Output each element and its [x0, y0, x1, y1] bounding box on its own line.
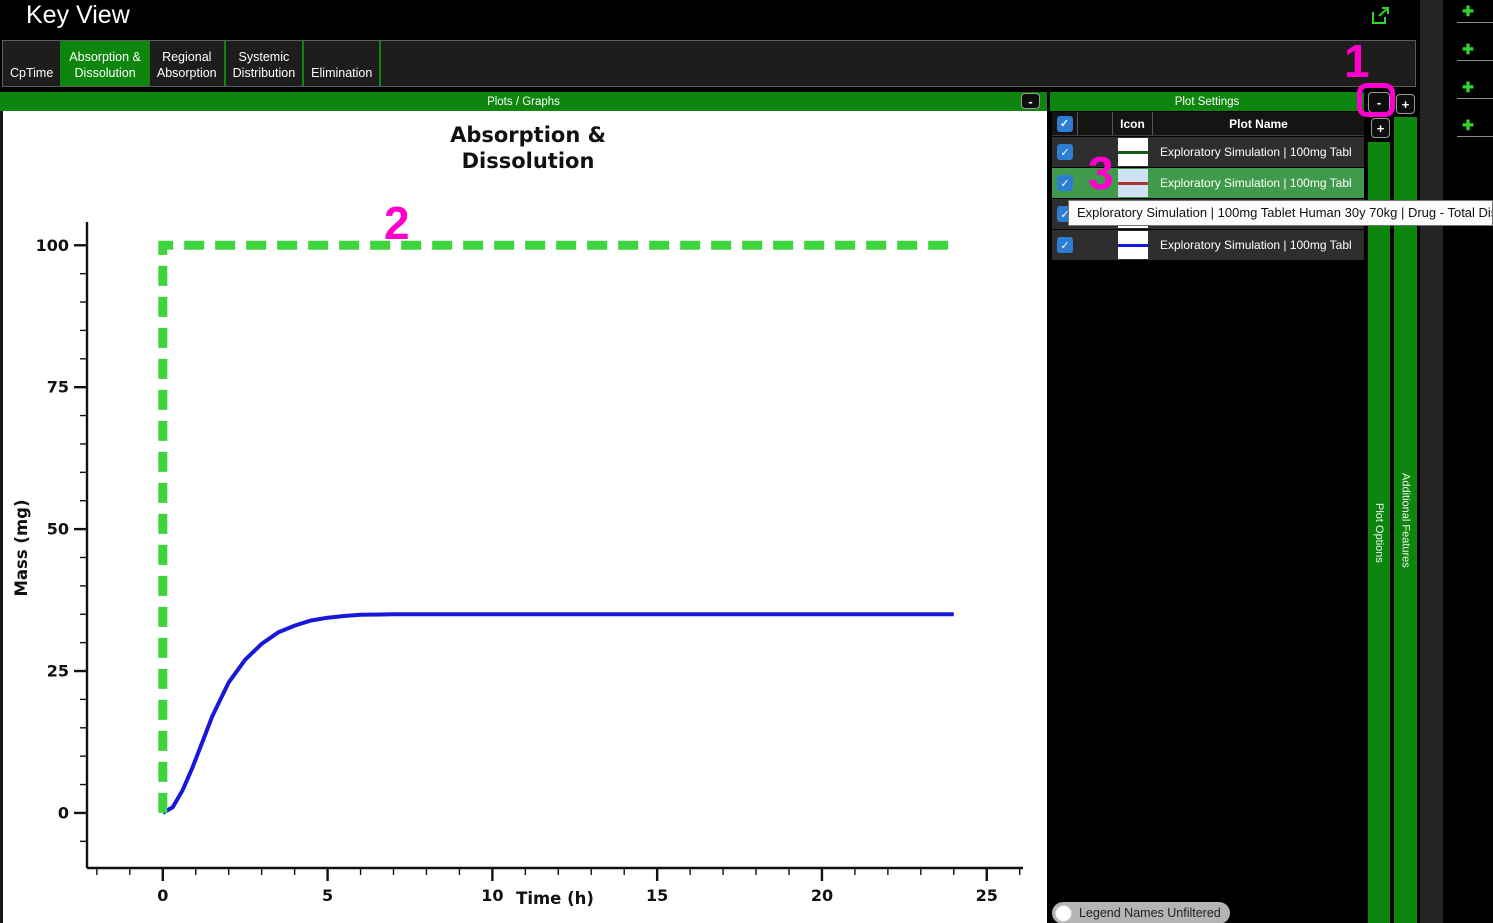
line-style-swatch[interactable]: [1118, 169, 1148, 197]
plot-settings-title: Plot Settings: [1175, 96, 1240, 108]
row-checkbox[interactable]: ✓: [1057, 144, 1073, 160]
table-header-row: ✓ Icon Plot Name: [1052, 112, 1364, 136]
plot-options-bar[interactable]: Plot Options: [1368, 142, 1390, 923]
line-sample: [1118, 244, 1148, 247]
svg-text:Time (h): Time (h): [516, 889, 594, 908]
plot-name-cell: Exploratory Simulation | 100mg Tabl: [1153, 176, 1364, 190]
svg-text:5: 5: [322, 886, 333, 905]
svg-text:Absorption &: Absorption &: [450, 123, 606, 147]
line-sample: [1118, 182, 1148, 185]
svg-text:0: 0: [58, 803, 69, 822]
plot-settings-expand-button[interactable]: +: [1396, 94, 1415, 114]
right-divider-strip: [1420, 0, 1443, 923]
export-icon[interactable]: [1371, 6, 1391, 25]
rail-item: ✚: [1443, 114, 1493, 152]
window-title: Key View: [26, 1, 130, 30]
line-style-swatch[interactable]: [1118, 231, 1148, 259]
svg-text:25: 25: [47, 662, 69, 681]
tab-absorption-dissolution[interactable]: Absorption & Dissolution: [62, 41, 150, 86]
svg-text:15: 15: [646, 886, 668, 905]
tab-cptime[interactable]: CpTime: [3, 41, 62, 86]
additional-features-bar[interactable]: Additional Features: [1394, 117, 1417, 923]
toggle-label: Legend Names Unfiltered: [1079, 906, 1221, 920]
svg-text:10: 10: [481, 886, 503, 905]
add-icon[interactable]: ✚: [1443, 114, 1493, 134]
absorption-dissolution-chart: 0 5 10 15 20 25 0 25 50 75 100 Absorption &Dissolut…: [0, 111, 1047, 923]
line-sample: [1118, 151, 1148, 154]
annotation-2: 2: [384, 196, 410, 250]
svg-text:0: 0: [157, 886, 168, 905]
plots-graphs-panel-header: Plots / Graphs: [0, 92, 1047, 111]
add-icon[interactable]: ✚: [1443, 0, 1493, 20]
row-checkbox[interactable]: ✓: [1057, 175, 1073, 191]
table-header-icon: Icon: [1113, 112, 1153, 135]
plot-settings-panel-header: Plot Settings: [1050, 92, 1364, 111]
table-row[interactable]: ✓ Exploratory Simulation | 100mg Tabl: [1052, 230, 1364, 260]
plots-graphs-title: Plots / Graphs: [487, 96, 560, 108]
annotation-1-highlight-box: [1357, 83, 1395, 117]
chart-svg: 0 5 10 15 20 25 0 25 50 75 100 Absorption &Dissolut…: [3, 111, 1050, 923]
tab-elimination[interactable]: Elimination: [304, 41, 381, 86]
tooltip: Exploratory Simulation | 100mg Tablet Hu…: [1068, 200, 1493, 226]
svg-text:20: 20: [811, 886, 833, 905]
rail-item: ✚: [1443, 0, 1493, 38]
svg-text:50: 50: [47, 520, 69, 539]
plot-settings-add-button[interactable]: +: [1371, 118, 1390, 138]
svg-text:25: 25: [976, 886, 998, 905]
annotation-1: 1: [1344, 34, 1370, 88]
toggle-knob[interactable]: [1055, 905, 1072, 922]
divider: [1457, 136, 1493, 137]
plots-collapse-button[interactable]: -: [1021, 93, 1040, 109]
table-header-blank: [1078, 112, 1113, 135]
rail-item: ✚: [1443, 38, 1493, 76]
line-style-swatch[interactable]: [1118, 138, 1148, 166]
divider: [1457, 98, 1493, 99]
select-all-checkbox[interactable]: ✓: [1057, 116, 1073, 132]
table-header-plot-name: Plot Name: [1153, 112, 1364, 135]
legend-names-toggle[interactable]: Legend Names Unfiltered: [1052, 902, 1230, 923]
svg-text:Dissolution: Dissolution: [462, 149, 595, 173]
title-bar: Key View: [0, 0, 1443, 40]
plot-name-cell: Exploratory Simulation | 100mg Tabl: [1153, 238, 1364, 252]
right-rail: ✚ ✚ ✚ ✚: [1443, 0, 1493, 923]
svg-text:100: 100: [36, 236, 69, 255]
annotation-3: 3: [1088, 146, 1114, 200]
tab-regional-absorption[interactable]: Regional Absorption: [150, 41, 226, 86]
tab-systemic-distribution[interactable]: Systemic Distribution: [226, 41, 305, 86]
add-icon[interactable]: ✚: [1443, 76, 1493, 96]
svg-text:75: 75: [47, 378, 69, 397]
tab-strip: CpTime Absorption & Dissolution Regional…: [2, 40, 1416, 87]
plot-name-cell: Exploratory Simulation | 100mg Tabl: [1153, 145, 1364, 159]
row-checkbox[interactable]: ✓: [1057, 237, 1073, 253]
divider: [1457, 60, 1493, 61]
add-icon[interactable]: ✚: [1443, 38, 1493, 58]
rail-item: ✚: [1443, 76, 1493, 114]
svg-text:Mass (mg): Mass (mg): [12, 499, 31, 596]
divider: [1457, 22, 1493, 23]
